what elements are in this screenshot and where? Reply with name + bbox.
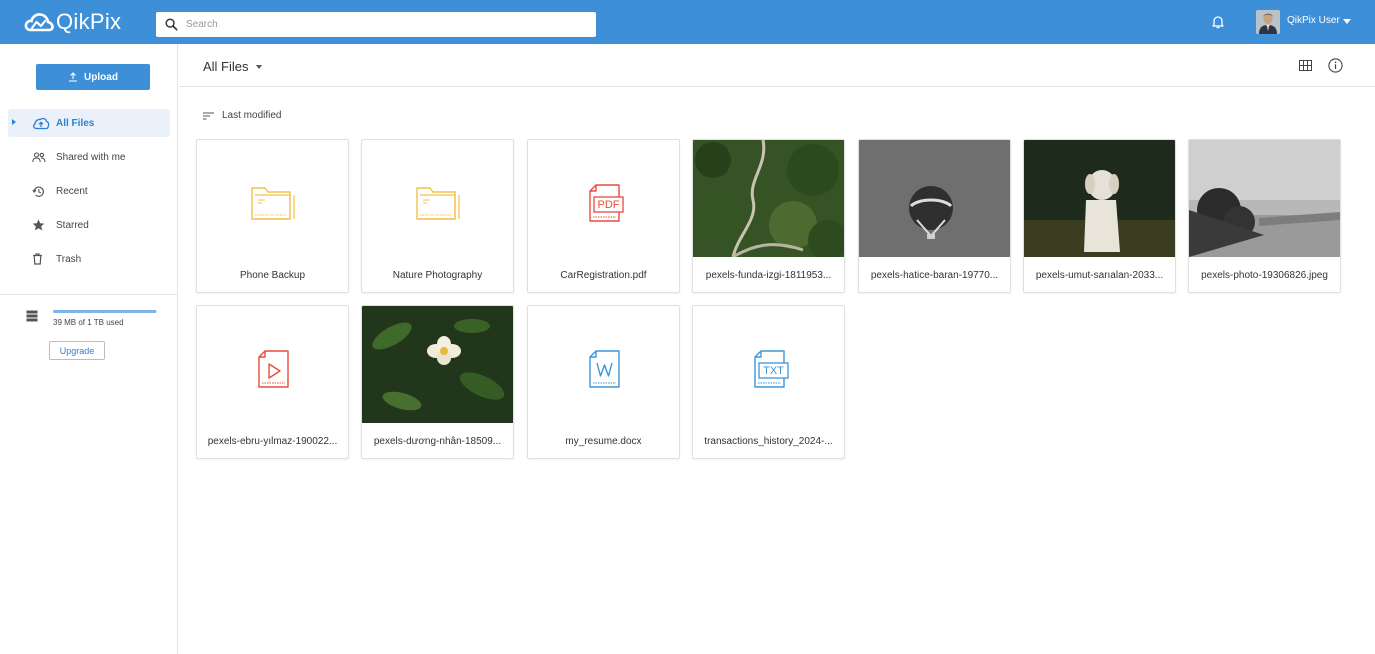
sidebar-item-label: Trash: [56, 253, 82, 265]
sidebar-item-label: Shared with me: [56, 151, 126, 163]
search-box[interactable]: [156, 12, 596, 37]
expand-caret-icon[interactable]: [12, 119, 16, 125]
avatar[interactable]: [1256, 10, 1280, 34]
sidebar-divider: [0, 294, 178, 295]
file-name: pexels-funda-izgi-1811953...: [705, 270, 832, 281]
sidebar-nav: All Files Shared with me Recent Starred …: [0, 109, 178, 279]
file-name: pexels-photo-19306826.jpeg: [1201, 270, 1328, 281]
txt-badge-icon: TXT: [763, 365, 784, 377]
upload-button[interactable]: Upload: [36, 64, 150, 90]
sort-icon: [203, 111, 214, 120]
file-name: CarRegistration.pdf: [560, 270, 647, 281]
sidebar-item-all-files[interactable]: All Files: [8, 109, 170, 137]
image-thumbnail: [859, 140, 1010, 257]
file-card-docx[interactable]: my_resume.docx: [527, 305, 680, 459]
file-card-image[interactable]: pexels-umut-sarıalan-2033...: [1023, 139, 1176, 293]
sidebar-item-label: Recent: [56, 185, 88, 197]
image-thumbnail: [1024, 140, 1175, 257]
people-icon: [32, 150, 50, 164]
file-name: pexels-hatice-baran-19770...: [870, 270, 999, 281]
file-card-image[interactable]: pexels-dương-nhân-18509...: [361, 305, 514, 459]
file-name: transactions_history_2024-...: [704, 436, 833, 447]
folder-icon: [251, 187, 295, 220]
main-header: All Files: [179, 44, 1375, 87]
file-card-image[interactable]: pexels-hatice-baran-19770...: [858, 139, 1011, 293]
sidebar-item-starred[interactable]: Starred: [8, 211, 170, 239]
file-card-image[interactable]: pexels-funda-izgi-1811953...: [692, 139, 845, 293]
storage-progress-fill: [53, 310, 156, 313]
top-bar: QikPix QikPix User: [0, 0, 1375, 44]
file-name: pexels-ebru-yılmaz-190022...: [207, 436, 338, 447]
storage-progress-bar: [53, 310, 157, 313]
file-card-txt[interactable]: TXT transactions_history_2024-...: [692, 305, 845, 459]
sidebar-item-trash[interactable]: Trash: [8, 245, 170, 273]
user-photo-icon: [1256, 10, 1280, 34]
sort-control[interactable]: Last modified: [203, 110, 281, 121]
upload-label: Upload: [84, 71, 118, 83]
file-name: my_resume.docx: [565, 436, 642, 447]
storage-icon: [26, 310, 38, 322]
grid-view-icon[interactable]: [1299, 60, 1312, 71]
sidebar-item-recent[interactable]: Recent: [8, 177, 170, 205]
file-card-folder[interactable]: Phone Backup: [196, 139, 349, 293]
file-card-folder[interactable]: Nature Photography: [361, 139, 514, 293]
logo-text: QikPix: [56, 9, 122, 34]
cloud-logo-icon: [24, 13, 54, 32]
star-icon: [32, 218, 50, 232]
chevron-down-icon: [255, 64, 262, 69]
sidebar-item-label: All Files: [56, 117, 95, 129]
image-thumbnail: [1189, 140, 1340, 257]
upload-icon: [69, 72, 78, 82]
info-icon[interactable]: [1328, 58, 1343, 73]
file-name: pexels-umut-sarıalan-2033...: [1035, 270, 1164, 281]
image-thumbnail: [362, 306, 513, 423]
user-name[interactable]: QikPix User: [1287, 15, 1340, 26]
search-icon: [156, 12, 186, 37]
sort-label: Last modified: [222, 110, 282, 121]
folder-title: All Files: [203, 59, 249, 74]
sidebar: Upload All Files Shared with me Recent S…: [0, 44, 178, 654]
folder-icon: [416, 187, 460, 220]
sidebar-item-shared[interactable]: Shared with me: [8, 143, 170, 171]
storage-usage-text: 39 MB of 1 TB used: [53, 318, 124, 327]
upgrade-button[interactable]: Upgrade: [49, 341, 105, 360]
trash-icon: [32, 252, 50, 266]
image-thumbnail: [693, 140, 844, 257]
file-name: Nature Photography: [392, 270, 483, 281]
search-input[interactable]: [186, 19, 586, 30]
file-name: pexels-dương-nhân-18509...: [373, 436, 502, 447]
file-name: Phone Backup: [239, 270, 306, 281]
video-file-icon: [258, 350, 289, 388]
history-icon: [32, 184, 50, 198]
bell-icon[interactable]: [1210, 14, 1226, 30]
folder-title-dropdown[interactable]: All Files: [203, 59, 262, 74]
sidebar-item-label: Starred: [56, 219, 89, 231]
word-file-icon: [589, 350, 620, 388]
user-menu-caret-icon[interactable]: [1343, 19, 1351, 24]
pdf-badge-icon: PDF: [597, 199, 620, 211]
cloud-upload-icon: [32, 116, 50, 130]
file-card-image[interactable]: pexels-photo-19306826.jpeg: [1188, 139, 1341, 293]
file-card-pdf[interactable]: PDF CarRegistration.pdf: [527, 139, 680, 293]
app-logo[interactable]: QikPix: [24, 8, 121, 36]
file-card-video[interactable]: pexels-ebru-yılmaz-190022...: [196, 305, 349, 459]
